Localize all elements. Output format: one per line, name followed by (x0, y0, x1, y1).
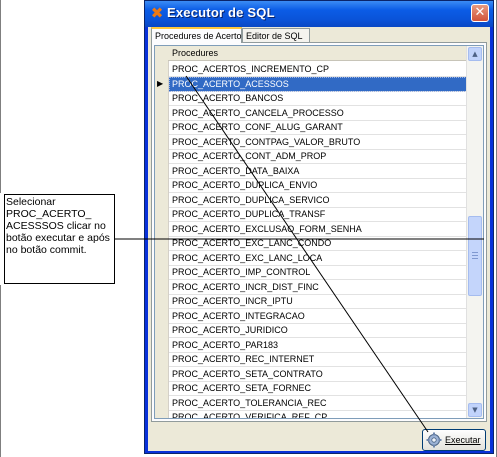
tab-editor-de-sql[interactable]: Editor de SQL (242, 28, 310, 43)
close-button[interactable]: ✕ (471, 4, 489, 22)
table-row[interactable]: PROC_ACERTO_IMP_CONTROL (169, 265, 467, 280)
table-row[interactable]: PROC_ACERTO_SETA_CONTRATO (169, 367, 467, 382)
procedures-grid[interactable]: Procedures ▶ PROC_ACERTOS_INCREMENTO_CP P… (154, 45, 484, 419)
title-bar[interactable]: ✖ Executor de SQL ✕ (145, 1, 493, 27)
gears-icon (426, 432, 442, 448)
table-row[interactable]: PROC_ACERTO_DUPLICA_TRANSF (169, 207, 467, 222)
table-row[interactable]: PROC_ACERTO_BANCOS (169, 91, 467, 106)
table-row[interactable]: PROC_ACERTO_CONT_ADM_PROP (169, 149, 467, 164)
column-header-procedures[interactable]: Procedures (168, 46, 468, 61)
table-row[interactable]: PROC_ACERTO_DUPLICA_ENVIO (169, 178, 467, 193)
frame-left-line (0, 0, 1, 193)
vertical-scrollbar[interactable]: ▲ ▼ (466, 46, 483, 418)
table-row[interactable]: PROC_ACERTO_EXC_LANC_LOCA (169, 251, 467, 266)
tab-procedures-de-acerto[interactable]: Procedures de Acerto (151, 27, 242, 43)
table-row[interactable]: PROC_ACERTO_REC_INTERNET (169, 352, 467, 367)
table-row[interactable]: PROC_ACERTO_CONTPAG_VALOR_BRUTO (169, 135, 467, 150)
table-row[interactable]: PROC_ACERTO_INCR_IPTU (169, 294, 467, 309)
current-row-indicator-icon: ▶ (157, 79, 164, 88)
table-row[interactable]: PROC_ACERTO_PAR183 (169, 338, 467, 353)
table-row[interactable]: PROC_ACERTO_TOLERANCIA_REC (169, 396, 467, 411)
table-row[interactable]: PROC_ACERTO_JURIDICO (169, 323, 467, 338)
frame-left-line-bottom (0, 285, 1, 457)
table-row[interactable]: PROC_ACERTO_INCR_DIST_FINC (169, 280, 467, 295)
table-row[interactable]: PROC_ACERTO_CANCELA_PROCESSO (169, 106, 467, 121)
table-row[interactable]: PROC_ACERTO_EXC_LANC_CONDO (169, 236, 467, 251)
table-row[interactable]: PROC_ACERTO_INTEGRACAO (169, 309, 467, 324)
table-row[interactable]: PROC_ACERTOS_INCREMENTO_CP (169, 62, 467, 77)
table-row[interactable]: PROC_ACERTO_SETA_FORNEC (169, 381, 467, 396)
execute-button-label: Executar (445, 435, 481, 445)
scroll-down-button[interactable]: ▼ (468, 403, 482, 417)
procedures-panel: Procedures ▶ PROC_ACERTOS_INCREMENTO_CP P… (151, 42, 487, 422)
instruction-callout: Selecionar PROC_ACERTO_ ACESSSOS clicar … (4, 194, 115, 284)
table-row[interactable]: PROC_ACERTO_DUPLICA_SERVICO (169, 193, 467, 208)
row-header-column (155, 46, 169, 418)
tools-icon: ✖ (150, 4, 164, 22)
executor-window: ✖ Executor de SQL ✕ Procedures de Acerto… (144, 0, 494, 454)
scroll-thumb[interactable] (468, 216, 482, 296)
window-client-area: Procedures de Acerto Editor de SQL Proce… (148, 27, 490, 451)
table-row[interactable]: PROC_ACERTO_ACESSOS (169, 76, 467, 92)
table-row[interactable]: PROC_ACERTO_EXCLUSAO_FORM_SENHA (169, 222, 467, 237)
table-row[interactable]: PROC_ACERTO_VERIFICA_REF_CP (169, 410, 467, 418)
execute-button[interactable]: Executar (422, 429, 486, 451)
table-row[interactable]: PROC_ACERTO_DATA_BAIXA (169, 164, 467, 179)
scroll-up-button[interactable]: ▲ (468, 47, 482, 61)
table-row[interactable]: PROC_ACERTO_CONF_ALUG_GARANT (169, 120, 467, 135)
window-title: Executor de SQL (167, 5, 275, 20)
